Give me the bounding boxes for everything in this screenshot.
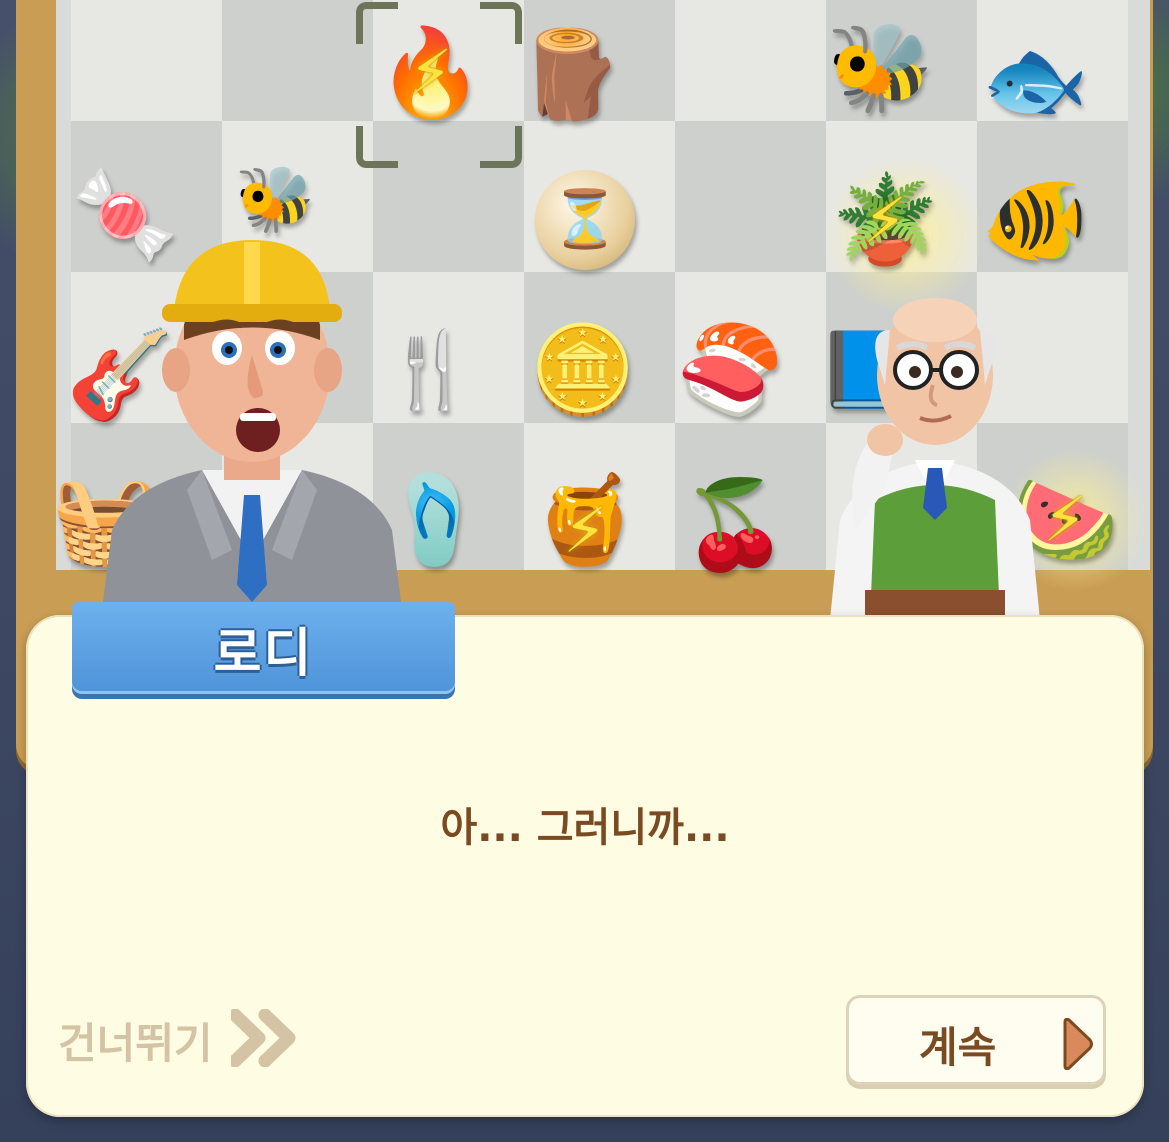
coins-item[interactable]: 🪙 [505, 300, 660, 440]
wood-log-item[interactable]: 🪵 [505, 20, 635, 130]
skip-label: 건너뛰기 [58, 1018, 213, 1068]
skip-button[interactable]: 건너뛰기 [58, 1008, 297, 1072]
continue-button[interactable]: 계속 [846, 995, 1106, 1085]
potted-plant-energy-item[interactable]: 🪴 ⚡ [820, 140, 950, 300]
character-rody [92, 230, 412, 610]
speaker-name: 로디 [213, 623, 314, 684]
dialog-line: 아... 그러니까... [440, 805, 730, 851]
continue-label: 계속 [919, 1023, 997, 1072]
honey-jar-energy-item[interactable]: 🍯 ⚡ [510, 440, 660, 600]
speaker-name-tag: 로디 [72, 602, 455, 694]
bee-item[interactable]: 🐝 [815, 8, 945, 128]
double-chevron-right-icon [228, 1008, 297, 1071]
play-triangle-icon [1061, 1017, 1093, 1074]
character-professor [815, 290, 1055, 620]
energy-bolt-icon: ⚡ [563, 494, 607, 567]
goldfish-item[interactable]: 🐟 [965, 20, 1105, 140]
hourglass-bubble-item[interactable]: ⏳ [535, 170, 635, 270]
energy-bolt-icon: ⚡ [863, 184, 907, 257]
cherries-item[interactable]: 🍒 [670, 455, 800, 595]
sushi-rolls-item[interactable]: 🍣 [660, 300, 800, 440]
goldfish-item-2[interactable]: 🐠 [960, 150, 1110, 290]
selection-bracket [356, 2, 522, 168]
